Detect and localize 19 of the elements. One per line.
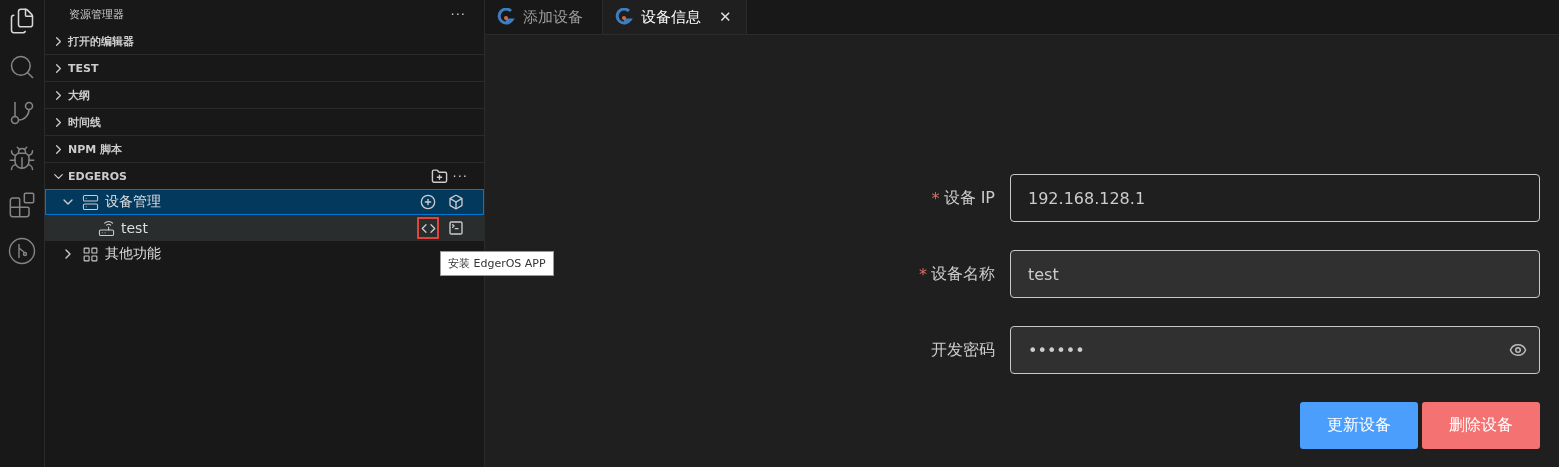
- section-title: EDGEROS: [68, 169, 128, 183]
- tree-item-label: test: [121, 220, 149, 236]
- tree-item-label: 设备管理: [105, 193, 162, 211]
- required-mark: *: [931, 188, 940, 208]
- section-title: 打开的编辑器: [68, 33, 135, 49]
- section-title: 大纲: [68, 87, 91, 103]
- tooltip: 安装 EdgerOS APP: [440, 251, 554, 276]
- field-value: ••••••: [1028, 340, 1086, 360]
- field-label: 设备 IP: [943, 187, 995, 209]
- field-value: 192.168.128.1: [1028, 188, 1147, 208]
- section-title: TEST: [68, 61, 100, 75]
- field-label: 开发密码: [931, 339, 995, 361]
- section-title: NPM 脚本: [68, 141, 124, 157]
- section-title: 时间线: [68, 114, 102, 130]
- tree-item-label: 其他功能: [105, 245, 162, 263]
- required-mark: *: [919, 264, 927, 284]
- field-value: test: [1028, 264, 1060, 284]
- field-label: 设备名称: [931, 263, 995, 285]
- sidebar-title: 资源管理器: [69, 6, 124, 22]
